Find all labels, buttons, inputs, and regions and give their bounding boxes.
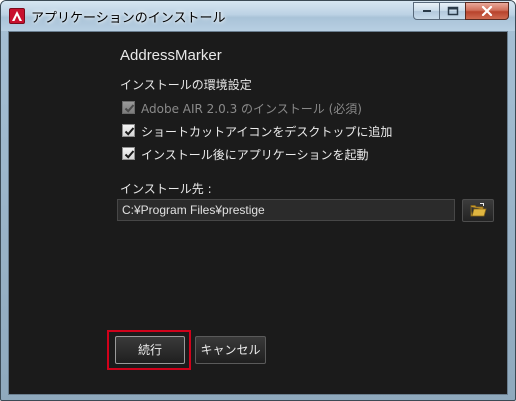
minimize-icon (422, 10, 431, 12)
app-name: AddressMarker (120, 47, 222, 64)
checkmark-icon (124, 127, 135, 136)
close-button[interactable] (465, 2, 509, 20)
window-title: アプリケーションのインストール (31, 11, 226, 26)
browse-folder-button[interactable] (462, 199, 494, 222)
desktop-shortcut-label[interactable]: ショートカットアイコンをデスクトップに追加 (141, 123, 392, 140)
desktop-shortcut-checkbox[interactable] (122, 124, 135, 137)
installer-content: AddressMarker インストールの環境設定 Adobe AIR 2.0.… (8, 31, 508, 395)
checkmark-icon (124, 104, 135, 113)
continue-button[interactable]: 続行 (115, 336, 185, 364)
close-icon (481, 6, 493, 16)
minimize-button[interactable] (413, 2, 440, 20)
install-air-checkbox (122, 101, 135, 114)
title-bar[interactable]: アプリケーションのインストール (1, 1, 515, 31)
install-path-field[interactable]: C:¥Program Files¥prestige (117, 199, 455, 221)
maximize-icon (447, 6, 458, 16)
installer-window: アプリケーションのインストール AddressMarker インストールの環境設… (0, 0, 516, 401)
settings-section-title: インストールの環境設定 (120, 78, 252, 92)
launch-after-install-checkbox[interactable] (122, 147, 135, 160)
checkmark-icon (124, 150, 135, 159)
maximize-button[interactable] (439, 2, 466, 20)
launch-after-install-label[interactable]: インストール後にアプリケーションを起動 (141, 146, 369, 163)
folder-icon (470, 203, 487, 217)
cancel-button[interactable]: キャンセル (195, 336, 266, 364)
adobe-air-icon (9, 8, 25, 24)
install-location-label: インストール先 : (120, 182, 212, 196)
install-air-label: Adobe AIR 2.0.3 のインストール (必須) (141, 102, 362, 116)
